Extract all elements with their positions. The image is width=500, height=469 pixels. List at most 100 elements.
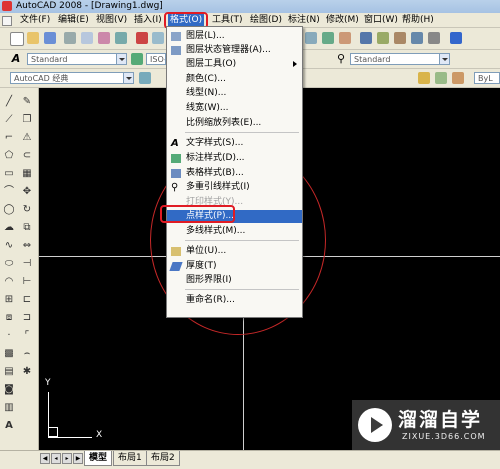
text-style-select[interactable]: Standard (27, 53, 127, 65)
break-icon[interactable]: ⊏ (21, 294, 33, 306)
hatch-icon[interactable]: ▩ (3, 348, 15, 360)
region-icon[interactable]: ◙ (3, 384, 15, 396)
menu-item-multiline-style[interactable]: 多线样式(M)... (167, 225, 302, 238)
table-icon[interactable]: ▥ (3, 402, 15, 414)
layer-previous-icon[interactable] (418, 72, 430, 84)
sheet-set-icon[interactable] (411, 32, 423, 44)
chamfer-icon[interactable]: ⌜ (21, 330, 33, 342)
arc-icon[interactable]: ⌒ (3, 186, 15, 198)
copy-icon[interactable] (152, 32, 164, 44)
workspace-select[interactable]: AutoCAD 经典 (10, 72, 134, 84)
dim-style-icon[interactable] (131, 53, 143, 65)
next-tab-icon[interactable]: ▸ (62, 453, 72, 464)
rectangle-icon[interactable]: ▭ (3, 168, 15, 180)
layer-manager-icon[interactable] (435, 72, 447, 84)
menu-item-table-style[interactable]: 表格样式(B)... (167, 167, 302, 180)
zoom-window-icon[interactable] (322, 32, 334, 44)
last-tab-icon[interactable]: ▶ (73, 453, 83, 464)
cut-icon[interactable] (136, 32, 148, 44)
menu-item-lineweight[interactable]: 线宽(W)... (167, 102, 302, 115)
open-icon[interactable] (27, 32, 39, 44)
color-select[interactable]: ByL (474, 72, 500, 84)
mirror-icon[interactable]: ⚠ (21, 132, 33, 144)
prev-tab-icon[interactable]: ◂ (51, 453, 61, 464)
point-icon[interactable]: · (3, 330, 15, 342)
menu-item-mleader-style[interactable]: ⚲ 多重引线样式(I) (167, 181, 302, 194)
markup-icon[interactable] (428, 32, 440, 44)
save-icon[interactable] (44, 32, 56, 44)
menu-modify[interactable]: 修改(M) (326, 13, 359, 27)
table-style-select[interactable]: Standard (350, 53, 450, 65)
menu-item-layer[interactable]: 图层(L)... (167, 30, 302, 43)
tab-layout2[interactable]: 布局2 (146, 451, 180, 466)
make-current-icon[interactable] (452, 72, 464, 84)
menu-insert[interactable]: 插入(I) (134, 13, 162, 27)
menu-item-thickness[interactable]: 厚度(T) (167, 260, 302, 273)
offset-icon[interactable]: ⊂ (21, 150, 33, 162)
workspace-settings-icon[interactable] (139, 72, 151, 84)
ellipse-icon[interactable]: ⬭ (3, 258, 15, 270)
menu-item-layer-states[interactable]: 图层状态管理器(A)... (167, 44, 302, 57)
properties-icon[interactable] (360, 32, 372, 44)
menu-dimension[interactable]: 标注(N) (288, 13, 320, 27)
ellipse-arc-icon[interactable]: ◠ (3, 276, 15, 288)
menu-item-units[interactable]: 单位(U)... (167, 245, 302, 258)
menu-item-dim-style[interactable]: 标注样式(D)... (167, 152, 302, 165)
menu-help[interactable]: 帮助(H) (402, 13, 434, 27)
menu-item-layer-tools[interactable]: 图层工具(O) (167, 58, 302, 71)
thickness-icon (169, 262, 183, 271)
first-tab-icon[interactable]: ◀ (40, 453, 50, 464)
publish-icon[interactable] (98, 32, 110, 44)
menu-item-linetype[interactable]: 线型(N)... (167, 87, 302, 100)
line-icon[interactable]: ╱ (3, 96, 15, 108)
chevron-down-icon (439, 54, 449, 64)
gradient-icon[interactable]: ▤ (3, 366, 15, 378)
menu-edit[interactable]: 编辑(E) (58, 13, 89, 27)
menu-item-text-style[interactable]: A 文字样式(S)... (167, 137, 302, 150)
insert-block-icon[interactable]: ⊞ (3, 294, 15, 306)
rotate-icon[interactable]: ↻ (21, 204, 33, 216)
polyline-icon[interactable]: ⌐ (3, 132, 15, 144)
print-icon[interactable] (64, 32, 76, 44)
move-icon[interactable]: ✥ (21, 186, 33, 198)
menu-item-drawing-limits[interactable]: 图形界限(I) (167, 274, 302, 287)
preview-icon[interactable] (81, 32, 93, 44)
menu-item-scale-list[interactable]: 比例缩放列表(E)... (167, 117, 302, 130)
zoom-icon[interactable] (305, 32, 317, 44)
circle-icon[interactable]: ◯ (3, 204, 15, 216)
make-block-icon[interactable]: ⧈ (3, 312, 15, 324)
zoom-previous-icon[interactable] (339, 32, 351, 44)
dim-style-select[interactable]: ISO-2 (146, 53, 166, 65)
polygon-icon[interactable]: ⬠ (3, 150, 15, 162)
scale-icon[interactable]: ⧉ (21, 222, 33, 234)
spline-icon[interactable]: ∿ (3, 240, 15, 252)
copy-object-icon[interactable]: ❐ (21, 114, 33, 126)
revision-cloud-icon[interactable]: ☁ (3, 222, 15, 234)
construction-line-icon[interactable]: ⟋ (3, 114, 15, 126)
erase-icon[interactable]: ✎ (21, 96, 33, 108)
tool-palettes-icon[interactable] (394, 32, 406, 44)
menu-item-rename[interactable]: 重命名(R)... (167, 294, 302, 307)
help-icon[interactable] (450, 32, 462, 44)
text-style-icon[interactable]: A (10, 53, 22, 65)
extend-icon[interactable]: ⊢ (21, 276, 33, 288)
mleader-style-icon[interactable]: ⚲ (335, 53, 347, 65)
tab-layout1[interactable]: 布局1 (113, 451, 147, 466)
menu-file[interactable]: 文件(F) (20, 13, 50, 27)
menu-tools[interactable]: 工具(T) (212, 13, 243, 27)
stretch-icon[interactable]: ⇔ (21, 240, 33, 252)
multiline-text-icon[interactable]: A (3, 420, 15, 432)
tab-model[interactable]: 模型 (84, 451, 113, 466)
join-icon[interactable]: ⊐ (21, 312, 33, 324)
array-icon[interactable]: ▦ (21, 168, 33, 180)
design-center-icon[interactable] (377, 32, 389, 44)
menu-item-color[interactable]: 颜色(C)... (167, 73, 302, 86)
fillet-icon[interactable]: ⌢ (21, 348, 33, 360)
menu-draw[interactable]: 绘图(D) (250, 13, 282, 27)
plot-icon[interactable] (115, 32, 127, 44)
menu-window[interactable]: 窗口(W) (364, 13, 398, 27)
trim-icon[interactable]: ⊣ (21, 258, 33, 270)
menu-view[interactable]: 视图(V) (96, 13, 127, 27)
new-icon[interactable] (10, 32, 24, 46)
explode-icon[interactable]: ✱ (21, 366, 33, 378)
